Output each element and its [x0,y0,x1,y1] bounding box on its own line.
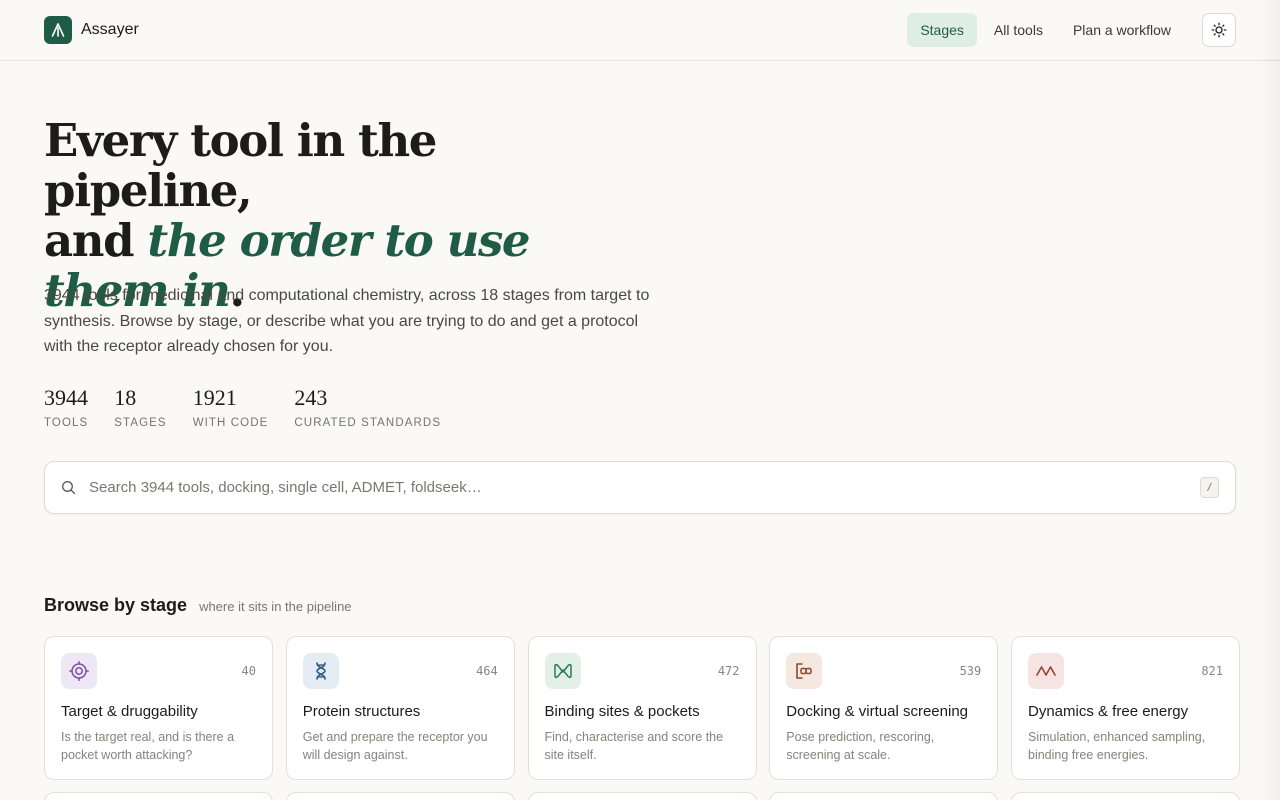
top-navigation-bar: Assayer Stages All tools Plan a workflow [0,0,1280,61]
stat-value: 3944 [44,385,88,410]
scroll-edge-shade [1258,0,1280,800]
stage-card-dynamics[interactable]: 821 Dynamics & free energy Simulation, e… [1011,636,1240,780]
tool-count: 40 [241,664,256,678]
stat-label: CURATED STANDARDS [294,417,442,429]
stat-value: 18 [114,385,137,410]
stat-value: 1921 [192,385,237,410]
dna-icon [315,662,326,680]
search-shortcut-key: / [1200,477,1219,498]
card-title: Protein structures [302,703,421,720]
card-description: Pose prediction, rescoring, screening at… [786,730,935,762]
stage-card-binding-sites[interactable]: 472 Binding sites & pockets Find, charac… [527,636,757,780]
stage-cards: 40 Target & druggability Is the target r… [44,636,1240,780]
nav-stages[interactable]: Stages [907,13,977,47]
stat-value: 243 [294,385,328,410]
card-icon-badge [1028,653,1064,689]
section-title: Browse by stage [44,595,188,615]
section-subtitle: where it sits in the pipeline [199,599,352,614]
stage-cards-row-2 [44,792,1240,800]
tool-count: 472 [717,664,740,678]
card-title: Dynamics & free energy [1028,703,1189,720]
card-description: Is the target real, and is there a pocke… [61,730,235,762]
stat-label: STAGES [114,417,167,429]
search-input[interactable] [89,479,1200,496]
stat-with-code: 1921 WITH CODE [193,384,269,429]
stage-card-protein-structures[interactable]: 464 Protein structures Get and prepare t… [285,636,515,780]
stage-card[interactable] [1011,792,1240,800]
stat-label: TOOLS [44,417,89,429]
card-title: Target & druggability [61,703,198,720]
nav-plan-workflow[interactable]: Plan a workflow [1060,13,1184,47]
stat-label: WITH CODE [192,417,269,429]
stat-curated-standards: 243 CURATED STANDARDS [294,384,441,429]
stage-card[interactable] [44,792,273,800]
card-icon-badge [544,653,581,689]
hero-description: 3944 tools for medicinal and computation… [44,287,650,355]
tool-count: 464 [476,664,498,678]
card-description: Simulation, enhanced sampling, binding f… [1028,730,1206,762]
stat-stages: 18 STAGES [114,384,166,429]
stage-card[interactable] [527,792,757,800]
tool-count: 821 [1201,664,1223,678]
theme-toggle-button[interactable] [1202,13,1236,47]
sun-icon [1211,22,1227,38]
card-icon-badge [302,653,339,689]
card-icon-badge [786,653,823,689]
target-icon [69,661,89,681]
docking-icon [796,663,812,679]
hero-title-line1: Every tool in the pipeline, [44,114,437,217]
tool-count: 539 [959,664,982,678]
brand[interactable]: Assayer [44,16,139,44]
stats-row: 3944 TOOLS 18 STAGES 1921 WITH CODE 243 … [44,384,467,429]
stat-tools: 3944 TOOLS [44,384,88,429]
wave-icon [1036,666,1056,676]
app-name: Assayer [81,21,139,38]
search-bar[interactable]: / [44,461,1236,514]
card-title: Binding sites & pockets [544,703,700,720]
stage-card[interactable] [769,792,999,800]
card-title: Docking & virtual screening [786,703,969,720]
assayer-logo-icon [44,16,72,44]
stage-card-target-druggability[interactable]: 40 Target & druggability Is the target r… [44,636,273,780]
pocket-icon [553,663,572,679]
search-icon [62,481,76,495]
stage-card-docking[interactable]: 539 Docking & virtual screening Pose pre… [769,636,999,780]
nav-all-tools[interactable]: All tools [981,13,1056,47]
hero-title-prefix: and [44,214,148,267]
card-description: Find, characterise and score the site it… [544,730,724,762]
main-nav: Stages All tools Plan a workflow [903,13,1236,47]
card-icon-badge [61,653,97,689]
stage-card[interactable] [285,792,515,800]
browse-section-header: Browse by stage where it sits in the pip… [44,595,352,616]
card-description: Get and prepare the receptor you will de… [302,730,488,762]
